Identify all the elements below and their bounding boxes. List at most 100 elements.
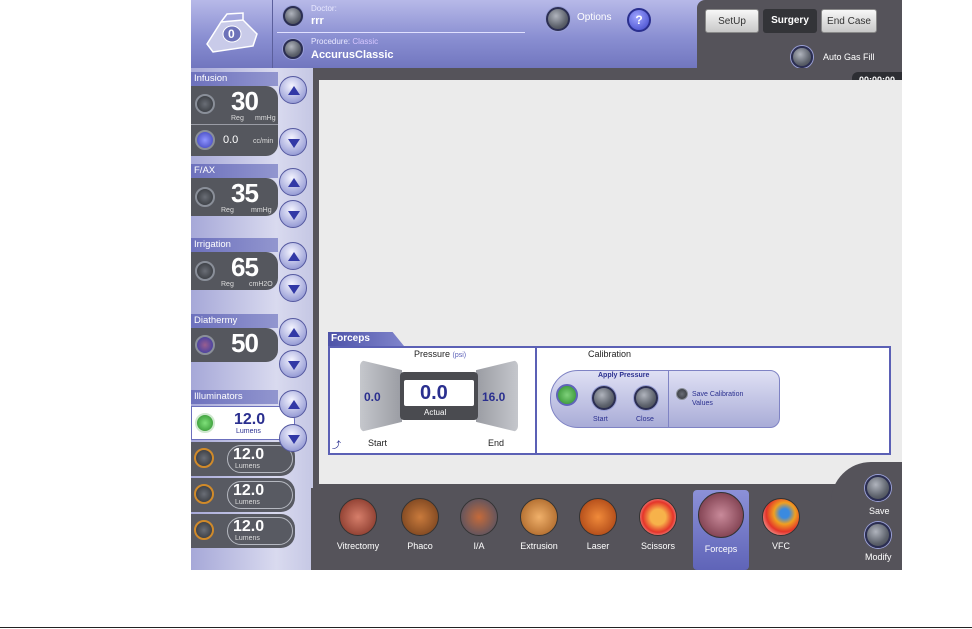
infusion-down-button[interactable] xyxy=(279,128,307,156)
doctor-label: Doctor: xyxy=(311,4,337,13)
tool-extrusion[interactable]: Extrusion xyxy=(514,498,564,551)
header-bar: 0 Doctor: rrr Procedure: Classic Accurus… xyxy=(191,0,902,68)
calibration-divider xyxy=(668,370,669,428)
apply-pressure-label: Apply Pressure xyxy=(598,372,650,379)
tool-ia[interactable]: I/A xyxy=(454,498,504,551)
fax-title: F/AX xyxy=(191,164,278,178)
doctor-value: rrr xyxy=(311,15,324,27)
tool-forceps[interactable]: Forceps xyxy=(693,490,749,570)
illuminators-title: Illuminators xyxy=(191,390,278,404)
irrigation-down-button[interactable] xyxy=(279,274,307,302)
tab-setup[interactable]: SetUp xyxy=(705,9,759,33)
infusion-up-button[interactable] xyxy=(279,76,307,104)
tool-extrusion-label: Extrusion xyxy=(520,541,558,551)
tab-endcase[interactable]: End Case xyxy=(821,9,877,33)
tool-scissors[interactable]: Scissors xyxy=(633,498,683,551)
calibration-start-button[interactable] xyxy=(592,386,616,410)
calibration-start-label: Start xyxy=(593,416,608,423)
laser-icon xyxy=(579,498,617,536)
infusion-flow-value: 0.0 xyxy=(223,134,239,146)
illuminator-1-power-icon[interactable] xyxy=(195,413,215,433)
tool-scissors-label: Scissors xyxy=(640,541,675,551)
illuminator-3-power-icon[interactable] xyxy=(194,484,214,504)
save-calibration-button[interactable] xyxy=(676,388,688,400)
infusion-power-icon[interactable] xyxy=(195,94,215,114)
fax-value: 35 xyxy=(231,178,259,208)
irrigation-unit: cmH2O xyxy=(249,281,273,288)
infusion-readout: 30 Reg mmHg 0.0 cc/min xyxy=(191,86,278,156)
procedure-button[interactable] xyxy=(283,39,303,59)
calibration-power-icon[interactable] xyxy=(556,384,578,406)
pressure-start-label: Start xyxy=(368,438,388,448)
modify-label: Modify xyxy=(865,552,892,562)
infusion-flow-icon[interactable] xyxy=(195,130,215,150)
illuminator-3[interactable]: 12.0 Lumens xyxy=(191,478,295,512)
diathermy-down-button[interactable] xyxy=(279,350,307,378)
illuminator-2-power-icon[interactable] xyxy=(194,448,214,468)
irrigation-mode: Reg xyxy=(221,281,234,288)
tool-laser-label: Laser xyxy=(586,541,610,551)
calibration-close-button[interactable] xyxy=(634,386,658,410)
procedure-value: AccurusClassic xyxy=(311,49,394,61)
irrigation-value: 65 xyxy=(231,252,259,282)
tool-vitrectomy[interactable]: Vitrectomy xyxy=(333,498,383,551)
diathermy-up-button[interactable] xyxy=(279,318,307,346)
illuminator-4-value: 12.0 xyxy=(233,518,265,535)
tool-vfc-label: VFC xyxy=(772,541,790,551)
infusion-mode: Reg xyxy=(231,115,244,122)
doctor-button[interactable] xyxy=(283,6,303,26)
fax-down-button[interactable] xyxy=(279,200,307,228)
tool-forceps-label: Forceps xyxy=(704,544,738,554)
reset-icon[interactable]: ⤴ xyxy=(332,438,341,451)
pressure-actual-value: 0.0 xyxy=(420,382,448,404)
irrigation-up-button[interactable] xyxy=(279,242,307,270)
illuminator-3-value: 12.0 xyxy=(233,482,265,499)
tool-phaco[interactable]: Phaco xyxy=(395,498,445,551)
infusion-flow-unit: cc/min xyxy=(253,138,274,145)
auto-gas-fill-label: Auto Gas Fill xyxy=(823,52,875,62)
illuminator-4-power-icon[interactable] xyxy=(194,520,214,540)
header-divider xyxy=(277,32,525,33)
auto-gas-fill-button[interactable] xyxy=(791,46,813,68)
tab-surgery[interactable]: Surgery xyxy=(763,9,817,33)
save-label: Save xyxy=(869,506,890,516)
illuminator-up-button[interactable] xyxy=(279,390,307,418)
tool-laser[interactable]: Laser xyxy=(573,498,623,551)
pressure-end-value: 16.0 xyxy=(482,390,506,404)
forceps-panel-title: Forceps xyxy=(328,332,404,346)
fax-up-button[interactable] xyxy=(279,168,307,196)
calibration-label: Calibration xyxy=(588,349,632,359)
forceps-icon xyxy=(698,492,744,538)
illuminator-down-button[interactable] xyxy=(279,424,307,452)
fax-unit: mmHg xyxy=(251,207,272,214)
scissors-icon xyxy=(639,498,677,536)
illuminator-2-value: 12.0 xyxy=(233,446,265,463)
header-strip xyxy=(313,68,902,80)
phaco-icon xyxy=(401,498,439,536)
fax-power-icon[interactable] xyxy=(195,187,215,207)
cassette-icon[interactable]: 0 xyxy=(191,0,273,68)
forceps-divider xyxy=(535,348,537,453)
diathermy-readout: 50 xyxy=(191,328,278,362)
help-icon[interactable]: ? xyxy=(627,8,651,32)
forceps-panel-body: Pressure (psi) 0.0 0.0 Actual 16.0 Start… xyxy=(328,346,891,455)
tool-vitrectomy-label: Vitrectomy xyxy=(336,541,380,551)
irrigation-power-icon[interactable] xyxy=(195,261,215,281)
pressure-start-value: 0.0 xyxy=(364,390,381,404)
extrusion-icon xyxy=(520,498,558,536)
illuminator-4[interactable]: 12.0 Lumens xyxy=(191,514,295,548)
procedure-label: Procedure: Classic xyxy=(311,37,379,46)
illuminator-2[interactable]: 12.0 Lumens xyxy=(191,442,295,476)
tool-phaco-label: Phaco xyxy=(407,541,433,551)
tool-vfc[interactable]: VFC xyxy=(756,498,806,551)
options-button[interactable] xyxy=(546,7,570,31)
infusion-unit: mmHg xyxy=(255,115,276,122)
fax-readout: 35 Reg mmHg xyxy=(191,178,278,216)
modify-button[interactable] xyxy=(865,522,891,548)
diathermy-power-icon[interactable] xyxy=(195,335,215,355)
left-control-panel: Infusion 30 Reg mmHg 0.0 cc/min F/AX 35 … xyxy=(191,68,313,570)
save-button[interactable] xyxy=(865,475,891,501)
pressure-end-label: End xyxy=(488,438,505,448)
pressure-actual-label: Actual xyxy=(424,408,447,417)
irrigation-title: Irrigation xyxy=(191,238,278,252)
